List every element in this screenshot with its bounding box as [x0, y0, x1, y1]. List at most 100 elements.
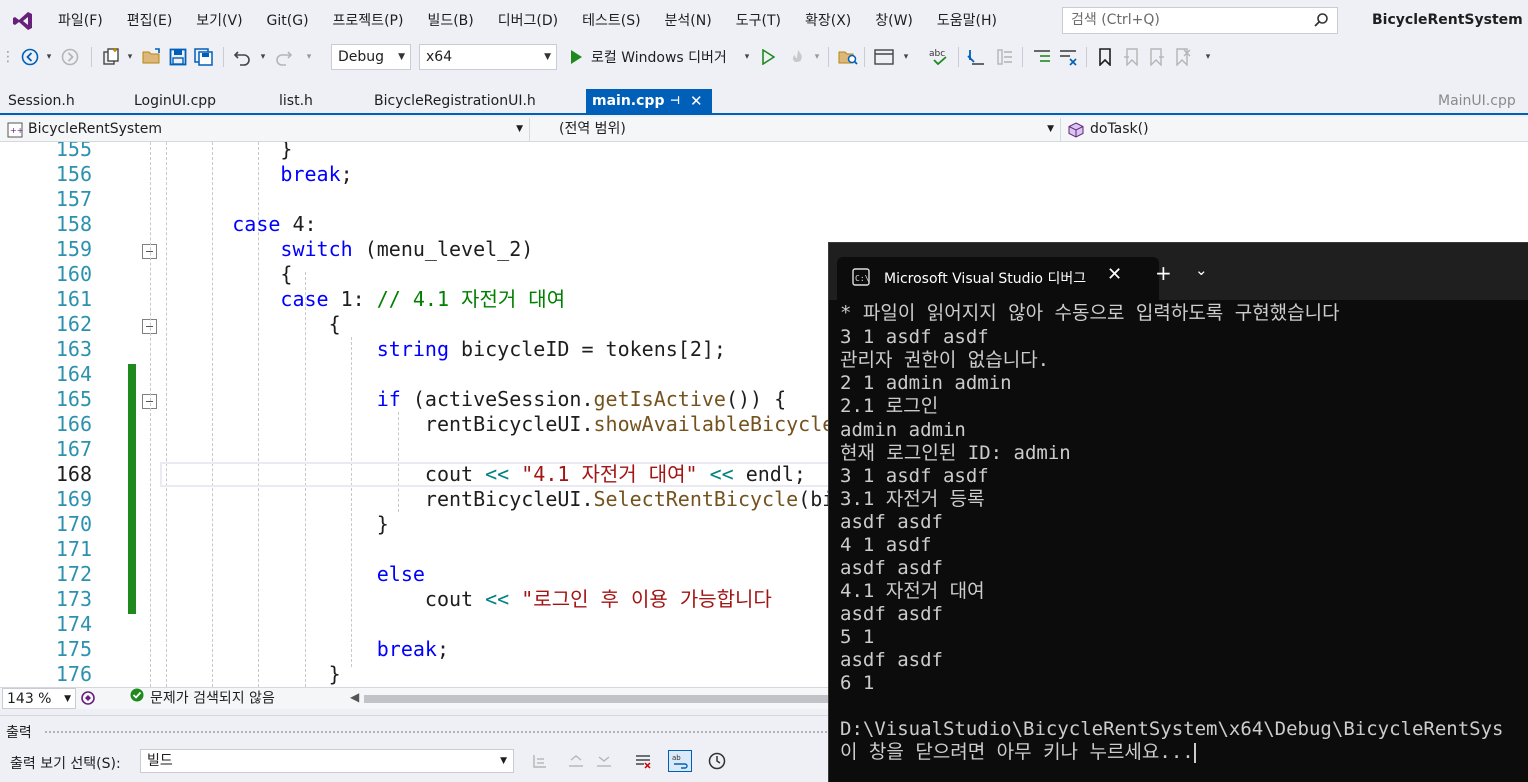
visual-studio-logo-icon[interactable]: [0, 0, 46, 42]
find-in-files-icon[interactable]: [836, 46, 860, 68]
console-line: 2 1 admin admin: [840, 372, 1012, 394]
chevron-down-icon: ▼: [398, 52, 405, 62]
redo-dropdown-icon[interactable]: ▾: [304, 46, 314, 68]
clear-bookmarks-icon[interactable]: [1172, 46, 1194, 68]
horizontal-scrollbar-thumb[interactable]: [364, 695, 828, 703]
scope-select[interactable]: (전역 범위) ▼: [531, 118, 1061, 141]
navigate-forward-icon[interactable]: [58, 46, 82, 68]
solution-configuration-select[interactable]: Debug ▼: [331, 44, 411, 70]
intellicode-icon[interactable]: [80, 690, 96, 710]
tab-list-h[interactable]: list.h: [271, 89, 361, 113]
console-line: 현재 로그인된 ID: admin: [840, 442, 1071, 464]
layout-dropdown-icon[interactable]: ▾: [900, 46, 912, 68]
hot-reload-icon[interactable]: [786, 46, 810, 68]
clear-all-icon[interactable]: [634, 752, 652, 774]
issues-text: 문제가 검색되지 않음: [150, 690, 275, 707]
pin-icon[interactable]: ⊣: [670, 89, 680, 113]
output-source-label: 출력 보기 선택(S):: [10, 756, 121, 772]
undo-icon[interactable]: [230, 46, 254, 68]
menu-item[interactable]: 확장(X): [793, 7, 863, 35]
member-select[interactable]: doTask(): [1062, 118, 1528, 141]
panel-grip[interactable]: [44, 730, 834, 734]
code-line: cout << "로그인 후 이용 가능합니다: [424, 587, 772, 611]
close-icon[interactable]: ✕: [690, 89, 703, 113]
menu-item[interactable]: 빌드(B): [415, 7, 485, 35]
code-line: case 1: // 4.1 자전거 대여: [280, 287, 566, 311]
console-line: 3 1 asdf asdf: [840, 326, 989, 348]
console-line: * 파일이 읽어지지 않아 수동으로 입력하도록 구현했습니다: [840, 302, 1340, 324]
new-dropdown-icon[interactable]: ▾: [125, 46, 135, 68]
tab-label: LoginUI.cpp: [134, 93, 217, 109]
previous-bookmark-icon[interactable]: [1120, 46, 1142, 68]
back-dropdown-icon[interactable]: ▾: [44, 46, 54, 68]
menu-item[interactable]: 창(W): [863, 7, 925, 35]
debug-console-window[interactable]: C:\ Microsoft Visual Studio 디버그 ✕ + ⌄ * …: [828, 242, 1528, 782]
issues-indicator[interactable]: 문제가 검색되지 않음: [130, 688, 275, 709]
svg-text:abc: abc: [929, 49, 945, 59]
output-source-select[interactable]: 빌드 ▼: [140, 749, 514, 773]
start-without-debugging-icon[interactable]: [758, 46, 778, 68]
redo-icon[interactable]: [272, 46, 296, 68]
search-icon: [1313, 12, 1329, 37]
comment-selection-icon[interactable]: [1030, 46, 1054, 68]
start-debugging-button[interactable]: 로컬 Windows 디버거: [591, 46, 741, 68]
line-number: 170: [55, 512, 92, 536]
undo-dropdown-icon[interactable]: ▾: [258, 46, 268, 68]
start-debugging-icon[interactable]: [566, 46, 586, 68]
save-all-icon[interactable]: [192, 46, 216, 68]
menu-item[interactable]: 보기(V): [184, 7, 254, 35]
bookmark-icon[interactable]: [1094, 46, 1116, 68]
menu-item[interactable]: 편집(E): [115, 7, 185, 35]
line-number: 164: [55, 362, 92, 386]
clock-icon[interactable]: [708, 752, 726, 774]
zoom-select[interactable]: 143 % ▼: [2, 688, 76, 709]
solution-platform-select[interactable]: x64 ▼: [419, 44, 557, 70]
tab-bicycleregistrationui-h[interactable]: BicycleRegistrationUI.h: [366, 89, 582, 113]
previous-message-icon[interactable]: [568, 753, 584, 773]
menu-item[interactable]: 도구(T): [724, 7, 793, 35]
increase-indent-icon[interactable]: [992, 46, 1016, 68]
chevron-down-icon[interactable]: ⌄: [1195, 261, 1208, 279]
find-message-icon[interactable]: [532, 753, 548, 773]
menu-item[interactable]: 프로젝트(P): [321, 7, 416, 35]
tab-mainui-cpp[interactable]: MainUI.cpp: [1430, 89, 1526, 113]
window-layout-icon[interactable]: [872, 46, 896, 68]
save-icon[interactable]: [166, 46, 190, 68]
new-project-icon[interactable]: [98, 46, 124, 68]
code-line: }: [376, 512, 389, 536]
code-line: rentBicycleUI.showAvailableBicycle: [424, 412, 835, 436]
tab-session-h[interactable]: Session.h: [0, 89, 120, 113]
next-message-icon[interactable]: [596, 753, 612, 773]
open-folder-icon[interactable]: [140, 46, 164, 68]
search-placeholder: 검색 (Ctrl+Q): [1071, 12, 1160, 28]
hot-reload-dropdown-icon[interactable]: ▾: [812, 46, 822, 68]
tab-main-cpp[interactable]: main.cpp ⊣ ✕: [586, 89, 712, 113]
svg-text:C:\: C:\: [855, 274, 870, 283]
tab-loginui-cpp[interactable]: LoginUI.cpp: [126, 89, 266, 113]
menu-item[interactable]: 디버그(D): [486, 7, 570, 35]
svg-text:ab: ab: [672, 754, 681, 762]
standard-toolbar: ⋮ ▾ ▾ ▾ ▾ Debug ▼ x64 ▼ 로컬 Windows 디버거 ▾: [0, 42, 1528, 72]
word-wrap-toggle-icon[interactable]: ab: [668, 750, 692, 772]
menu-item[interactable]: 분석(N): [653, 7, 724, 35]
menu-item[interactable]: 테스트(S): [570, 7, 652, 35]
line-number: 157: [55, 187, 92, 211]
run-target-dropdown-icon[interactable]: ▾: [742, 46, 752, 68]
navigate-back-icon[interactable]: [18, 46, 42, 68]
svg-text:++: ++: [10, 126, 23, 135]
scroll-left-icon[interactable]: ◀: [350, 690, 359, 704]
close-icon[interactable]: ✕: [1107, 264, 1122, 285]
solution-title: BicycleRentSystem: [1372, 12, 1523, 28]
spell-check-icon[interactable]: abc: [926, 46, 952, 68]
decrease-indent-icon[interactable]: [964, 46, 988, 68]
next-bookmark-icon[interactable]: [1146, 46, 1168, 68]
toolbar-overflow-icon[interactable]: ▾: [1202, 46, 1214, 68]
new-tab-icon[interactable]: +: [1155, 261, 1172, 285]
console-tab[interactable]: C:\ Microsoft Visual Studio 디버그 ✕: [837, 257, 1159, 300]
menu-item[interactable]: 파일(F): [46, 7, 115, 35]
search-input[interactable]: 검색 (Ctrl+Q): [1062, 7, 1338, 34]
uncomment-selection-icon[interactable]: [1056, 46, 1080, 68]
menu-item[interactable]: Git(G): [255, 7, 321, 35]
project-select[interactable]: ++ BicycleRentSystem ▼: [0, 118, 530, 141]
menu-item[interactable]: 도움말(H): [925, 7, 1009, 35]
